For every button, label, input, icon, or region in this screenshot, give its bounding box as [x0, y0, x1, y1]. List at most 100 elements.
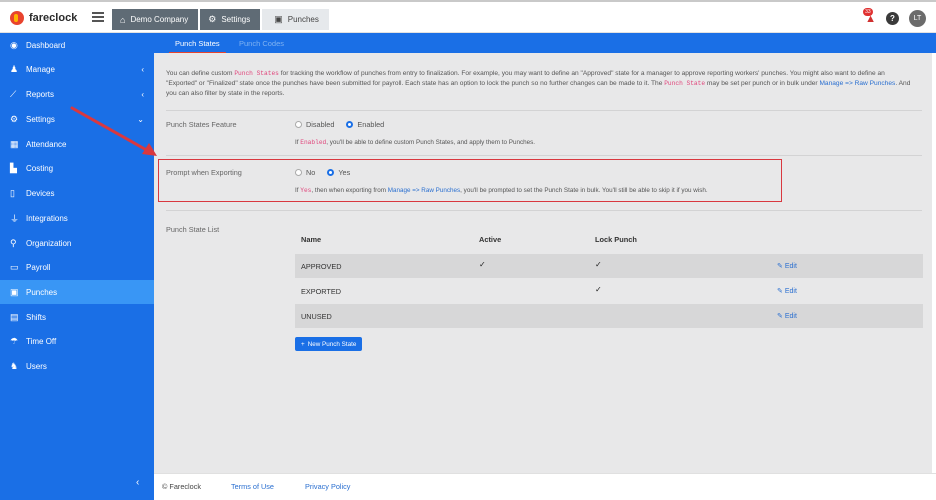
divider	[166, 155, 922, 156]
table-row: UNUSED ✎ Edit	[295, 304, 923, 328]
notifications-button[interactable]: ▲ 33	[863, 7, 876, 25]
sidebar-item-manage[interactable]: ♟ Manage ‹	[0, 57, 154, 81]
sidebar-item-users[interactable]: ♞ Users	[0, 354, 154, 378]
sidebar-item-organization[interactable]: ⚲ Organization	[0, 231, 154, 255]
edit-label: Edit	[784, 313, 797, 320]
avatar[interactable]: LT	[909, 10, 926, 27]
table-row: APPROVED ✓ ✓ ✎ Edit	[295, 254, 923, 278]
breadcrumb-item-settings[interactable]: ⚙ Settings	[200, 9, 261, 30]
divider	[166, 210, 922, 211]
punch-states-feature-label: Punch States Feature	[166, 120, 237, 129]
intro-text: You can define custom Punch States for t…	[166, 69, 914, 99]
hamburger-menu-icon[interactable]	[92, 12, 104, 22]
sidebar-item-label: Integrations	[26, 213, 68, 223]
intro-part: You can define custom	[166, 70, 235, 77]
new-punch-state-label: New Punch State	[307, 340, 357, 348]
gear-icon: ⚙	[208, 14, 217, 24]
sidebar-item-time-off[interactable]: ☂ Time Off	[0, 329, 154, 353]
sidebar-item-shifts[interactable]: ▤ Shifts	[0, 305, 154, 329]
pencil-icon: ✎	[777, 288, 783, 295]
sidebar-item-costing[interactable]: ▙ Costing	[0, 156, 154, 180]
home-icon: ⌂	[120, 14, 126, 25]
sidebar-item-payroll[interactable]: ▭ Payroll	[0, 255, 154, 279]
intro-part: may be set per punch or in bulk under	[705, 80, 820, 87]
tab-punch-codes[interactable]: Punch Codes	[239, 39, 284, 48]
edit-label: Edit	[784, 288, 797, 295]
check-icon: ✓	[479, 260, 486, 269]
sidebar-item-dashboard[interactable]: ◉ Dashboard	[0, 33, 154, 57]
column-header-active: Active	[479, 235, 502, 244]
radio-disabled[interactable]: Disabled	[295, 120, 334, 129]
top-right-actions: ▲ 33 ? LT	[863, 7, 926, 27]
highlight-box	[158, 159, 782, 202]
radio-circle	[295, 121, 302, 128]
row-name: UNUSED	[301, 312, 332, 321]
breadcrumb-item-punches: ▣ Punches	[262, 9, 329, 30]
privacy-policy-link[interactable]: Privacy Policy	[305, 482, 350, 491]
radio-enabled[interactable]: Enabled	[346, 120, 384, 129]
sidebar-item-label: Manage	[26, 64, 55, 74]
sidebar-item-label: Costing	[26, 163, 54, 173]
tablet-icon: ▯	[10, 187, 15, 198]
plug-icon: ⏚	[10, 213, 20, 224]
notification-badge: 33	[863, 7, 873, 16]
sidebar-item-label: Devices	[26, 188, 55, 198]
collapse-sidebar-button[interactable]: ‹	[136, 477, 139, 488]
row-name: APPROVED	[301, 262, 342, 271]
table-row: EXPORTED ✓ ✎ Edit	[295, 279, 923, 303]
sidebar-item-label: Users	[26, 361, 47, 371]
terms-of-use-link[interactable]: Terms of Use	[231, 482, 274, 491]
footer: © Fareclock Terms of Use Privacy Policy	[154, 473, 936, 495]
gear-icon: ⚙	[10, 113, 19, 124]
divider	[166, 110, 922, 111]
chevron-left-icon: ‹	[141, 89, 144, 99]
sidebar-item-devices[interactable]: ▯ Devices	[0, 181, 154, 205]
app-logo[interactable]: fareclock	[10, 11, 77, 25]
calendar-icon: ▤	[10, 311, 19, 322]
sidebar-item-integrations[interactable]: ⏚ Integrations	[0, 206, 154, 230]
umbrella-icon: ☂	[10, 335, 19, 346]
edit-button[interactable]: ✎ Edit	[777, 262, 797, 270]
tab-punch-states[interactable]: Punch States	[169, 39, 226, 53]
sidebar-item-label: Shifts	[26, 312, 47, 322]
breadcrumb-label: Demo Company	[130, 15, 189, 24]
plus-icon: +	[301, 340, 305, 348]
sidebar-item-punches[interactable]: ▣ Punches	[0, 280, 154, 304]
sidebar-item-attendance[interactable]: ▦ Attendance	[0, 132, 154, 156]
main-content: You can define custom Punch States for t…	[154, 53, 932, 473]
help-icon[interactable]: ?	[886, 12, 899, 25]
breadcrumb-label: Settings	[221, 15, 251, 24]
edit-button[interactable]: ✎ Edit	[777, 287, 797, 295]
chart-icon: ⟋	[10, 88, 17, 99]
tabs-bar: Punch States Punch Codes	[154, 33, 936, 53]
pencil-icon: ✎	[777, 313, 783, 320]
sidebar-item-label: Payroll	[26, 262, 51, 272]
sidebar-item-settings[interactable]: ⚙ Settings ⌄	[0, 107, 154, 131]
sidebar-item-reports[interactable]: ⟋ Reports ‹	[0, 82, 154, 106]
users-icon: ♞	[10, 360, 19, 371]
edit-button[interactable]: ✎ Edit	[777, 312, 797, 320]
top-bar: fareclock ⌂ Demo Company ⚙ Settings ▣ Pu…	[0, 0, 936, 33]
chevron-down-icon: ⌄	[137, 114, 144, 124]
sidebar-item-label: Attendance	[26, 139, 67, 149]
breadcrumb: ⌂ Demo Company ⚙ Settings ▣ Punches	[112, 9, 329, 30]
breadcrumb-label: Punches	[287, 15, 319, 24]
punch-clock-icon: ▣	[10, 286, 19, 297]
dashboard-icon: ◉	[10, 39, 18, 50]
sidebar-item-label: Time Off	[26, 336, 57, 346]
check-icon: ✓	[595, 285, 602, 294]
column-header-lock-punch: Lock Punch	[595, 235, 637, 244]
intro-code: Punch States	[234, 70, 279, 77]
radio-label: Disabled	[306, 120, 335, 129]
new-punch-state-button[interactable]: + New Punch State	[295, 337, 363, 351]
money-icon: ▭	[10, 261, 19, 272]
radio-label: Enabled	[357, 120, 385, 129]
sidebar: ◉ Dashboard ♟ Manage ‹ ⟋ Reports ‹ ⚙ Set…	[0, 33, 154, 500]
fareclock-logo-icon	[10, 11, 24, 25]
row-name: EXPORTED	[301, 287, 342, 296]
raw-punches-link[interactable]: Manage => Raw Punches	[819, 80, 895, 87]
help-part: , you'll be able to define custom Punch …	[326, 139, 536, 146]
breadcrumb-item-company[interactable]: ⌂ Demo Company	[112, 9, 199, 30]
edit-label: Edit	[784, 263, 797, 270]
sidebar-item-label: Dashboard	[26, 40, 66, 50]
